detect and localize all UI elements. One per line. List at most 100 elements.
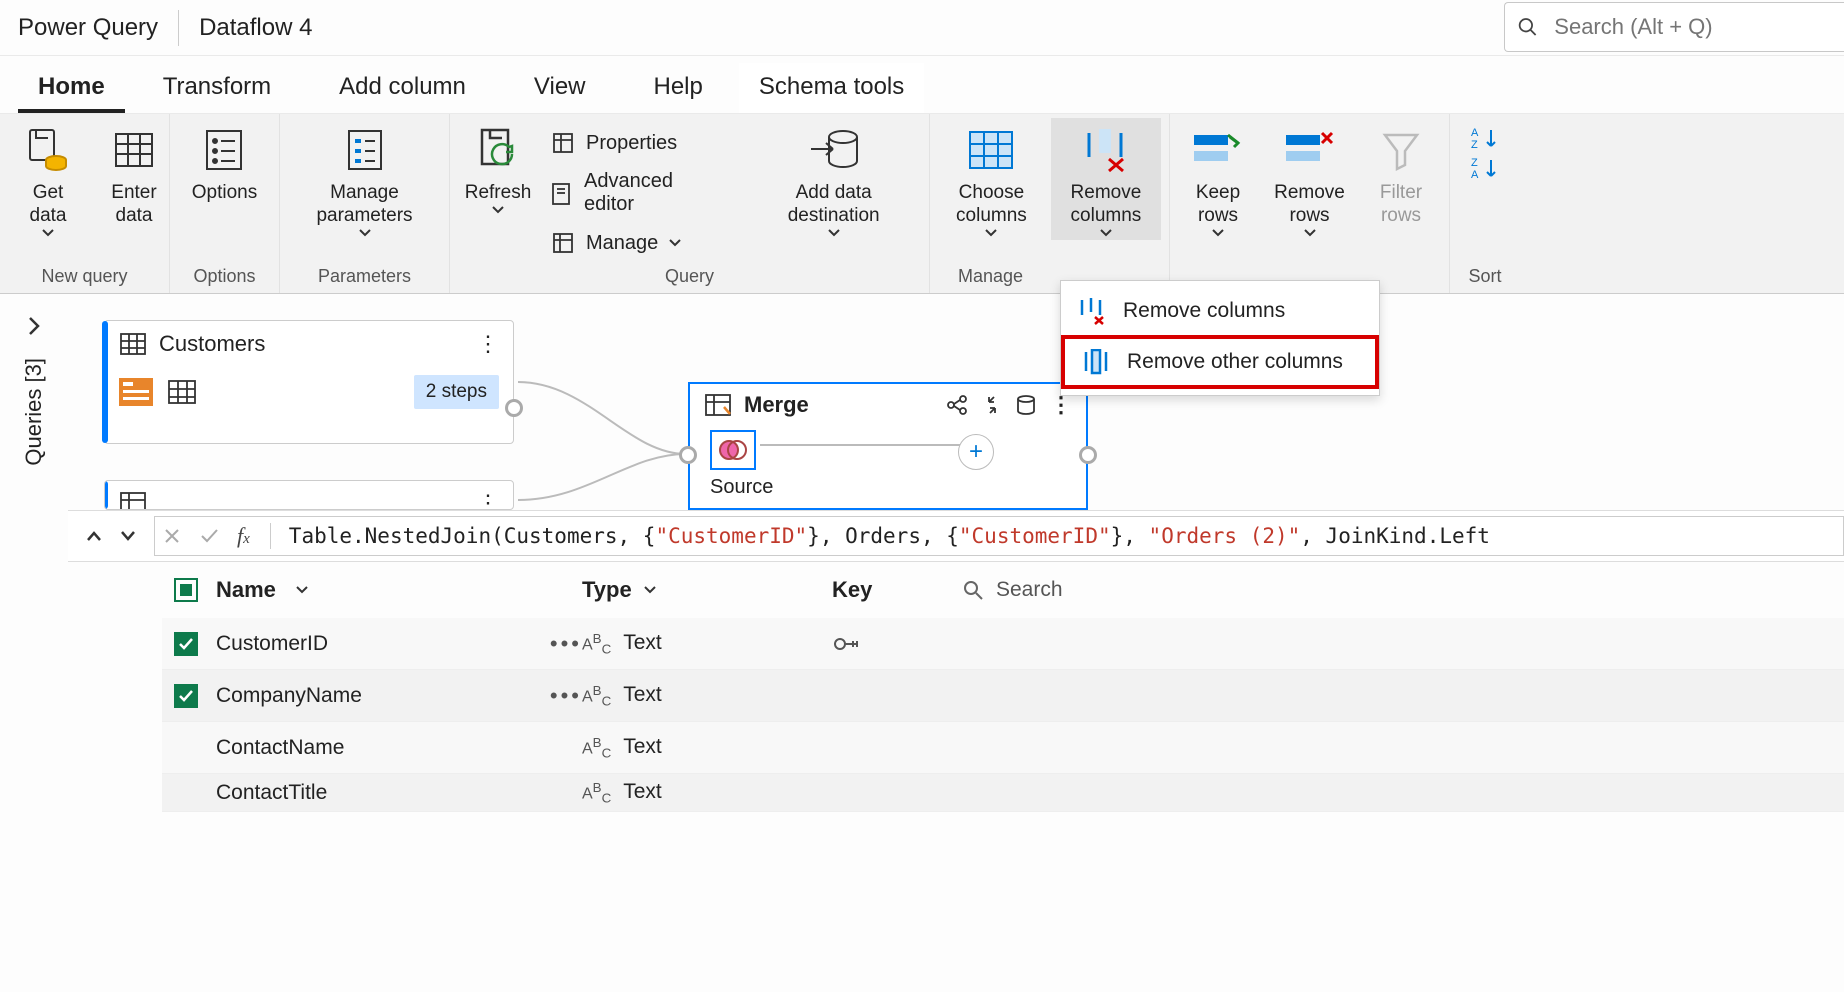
schema-search[interactable]: Search — [962, 578, 1063, 602]
chevron-down-icon — [827, 228, 841, 238]
remove-rows-button[interactable]: Remove rows — [1264, 118, 1355, 240]
column-key-header: Key — [832, 577, 872, 602]
dropdown-remove-other-columns[interactable]: Remove other columns — [1061, 335, 1379, 389]
get-data-button[interactable]: Get data — [8, 118, 88, 240]
manage-button[interactable]: Manage — [544, 226, 720, 260]
schema-row[interactable]: ContactName ABC Text — [162, 722, 1844, 774]
queries-pane-collapsed[interactable]: Queries [3] — [0, 294, 68, 992]
merge-title: Merge — [744, 392, 809, 418]
output-port[interactable] — [1079, 446, 1097, 464]
keep-rows-label: Keep rows — [1186, 182, 1250, 228]
query-card-customers[interactable]: Customers ⋮ 2 steps — [104, 320, 514, 444]
dropdown-remove-columns[interactable]: Remove columns — [1061, 287, 1379, 335]
remove-rows-icon — [1284, 131, 1336, 169]
input-port[interactable] — [679, 446, 697, 464]
tab-help[interactable]: Help — [634, 63, 723, 113]
remove-other-columns-icon — [1081, 349, 1111, 375]
output-port[interactable] — [505, 399, 523, 417]
remove-columns-label: Remove columns — [1059, 182, 1153, 228]
title-bar: Power Query Dataflow 4 — [0, 0, 1844, 56]
key-icon — [832, 632, 860, 656]
refresh-button[interactable]: Refresh — [458, 118, 538, 217]
document-name: Dataflow 4 — [199, 14, 312, 42]
steps-badge[interactable]: 2 steps — [414, 375, 499, 409]
properties-button[interactable]: Properties — [544, 126, 720, 160]
row-checkbox-empty[interactable] — [174, 736, 198, 760]
group-label-options: Options — [178, 262, 271, 293]
row-checkbox[interactable] — [174, 632, 198, 656]
keep-rows-button[interactable]: Keep rows — [1178, 118, 1258, 240]
sort-desc-icon[interactable]: ZA — [1471, 156, 1499, 180]
formula-input[interactable]: fx Table.NestedJoin(Customers, {"Custome… — [154, 516, 1844, 556]
tab-schema-tools[interactable]: Schema tools — [739, 63, 924, 113]
advanced-editor-icon — [550, 181, 574, 205]
data-destination-icon — [807, 125, 861, 175]
enter-data-label: Enter data — [102, 182, 166, 228]
tab-view[interactable]: View — [514, 63, 606, 113]
group-label-parameters: Parameters — [288, 262, 441, 293]
add-step-button[interactable]: + — [958, 434, 994, 470]
manage-parameters-label: Manage parameters — [296, 182, 433, 228]
search-icon — [962, 579, 984, 601]
schema-row[interactable]: ContactTitle ABC Text — [162, 774, 1844, 812]
dropdown-remove-other-columns-label: Remove other columns — [1127, 350, 1343, 374]
share-icon[interactable] — [946, 395, 968, 415]
collapse-icon[interactable] — [982, 395, 1002, 415]
sort-asc-icon[interactable]: AZ — [1471, 126, 1499, 150]
chevron-down-icon[interactable] — [642, 584, 658, 596]
source-step-icon[interactable] — [710, 430, 756, 470]
enter-data-button[interactable]: Enter data — [94, 118, 174, 230]
step-next-icon[interactable] — [118, 528, 138, 544]
more-icon[interactable]: ••• — [550, 683, 582, 709]
table-step-icon — [167, 379, 197, 405]
choose-columns-icon — [966, 128, 1016, 172]
fx-icon[interactable]: fx — [237, 523, 250, 549]
formula-bar: fx Table.NestedJoin(Customers, {"Custome… — [68, 510, 1844, 562]
schema-row[interactable]: CompanyName ••• ABC Text — [162, 670, 1844, 722]
step-prev-icon[interactable] — [84, 528, 104, 544]
advanced-editor-button[interactable]: Advanced editor — [544, 166, 720, 220]
tab-add-column[interactable]: Add column — [319, 63, 486, 113]
tab-home[interactable]: Home — [18, 63, 125, 113]
column-type-header[interactable]: Type — [582, 577, 632, 603]
choose-columns-button[interactable]: Choose columns — [938, 118, 1045, 240]
schema-row[interactable]: CustomerID ••• ABC Text — [162, 618, 1844, 670]
query-card-merge[interactable]: Merge ⋮ Source + — [688, 382, 1088, 510]
group-label-query: Query — [458, 262, 921, 293]
remove-columns-button[interactable]: Remove columns — [1051, 118, 1161, 240]
select-all-checkbox[interactable] — [174, 578, 198, 602]
ribbon-tabs: Home Transform Add column View Help Sche… — [0, 56, 1844, 114]
more-icon[interactable]: ⋮ — [477, 340, 499, 349]
row-checkbox-empty[interactable] — [174, 781, 198, 805]
app-name: Power Query — [18, 14, 158, 42]
query-card-partial[interactable]: ⋮ — [104, 480, 514, 510]
column-name-header[interactable]: Name — [216, 577, 276, 603]
search-input[interactable] — [1552, 13, 1832, 41]
tab-transform[interactable]: Transform — [143, 63, 291, 113]
properties-label: Properties — [586, 132, 677, 155]
more-icon[interactable]: ⋮ — [1050, 401, 1072, 410]
remove-columns-small-icon — [1077, 297, 1107, 325]
row-checkbox[interactable] — [174, 684, 198, 708]
chevron-down-icon — [358, 228, 372, 238]
remove-rows-label: Remove rows — [1272, 182, 1347, 228]
cancel-icon[interactable] — [163, 527, 181, 545]
database-icon[interactable] — [1016, 394, 1036, 416]
manage-label: Manage — [586, 232, 658, 255]
parameters-icon — [343, 127, 387, 173]
add-data-destination-button[interactable]: Add data destination — [746, 118, 921, 240]
manage-parameters-button[interactable]: Manage parameters — [288, 118, 441, 240]
group-label-sort: Sort — [1458, 262, 1512, 293]
source-label: Source — [710, 476, 773, 499]
dropdown-remove-columns-label: Remove columns — [1123, 299, 1285, 323]
accept-icon[interactable] — [199, 528, 219, 544]
filter-rows-button[interactable]: Filter rows — [1361, 118, 1441, 230]
text-type-icon: ABC — [582, 683, 611, 709]
search-box[interactable] — [1504, 2, 1844, 52]
chevron-down-icon — [984, 228, 998, 238]
chevron-down-icon[interactable] — [294, 584, 310, 596]
svg-text:Z: Z — [1471, 139, 1478, 150]
more-icon[interactable]: ••• — [550, 631, 582, 657]
options-button[interactable]: Options — [184, 118, 265, 207]
more-icon[interactable]: ⋮ — [477, 499, 499, 508]
